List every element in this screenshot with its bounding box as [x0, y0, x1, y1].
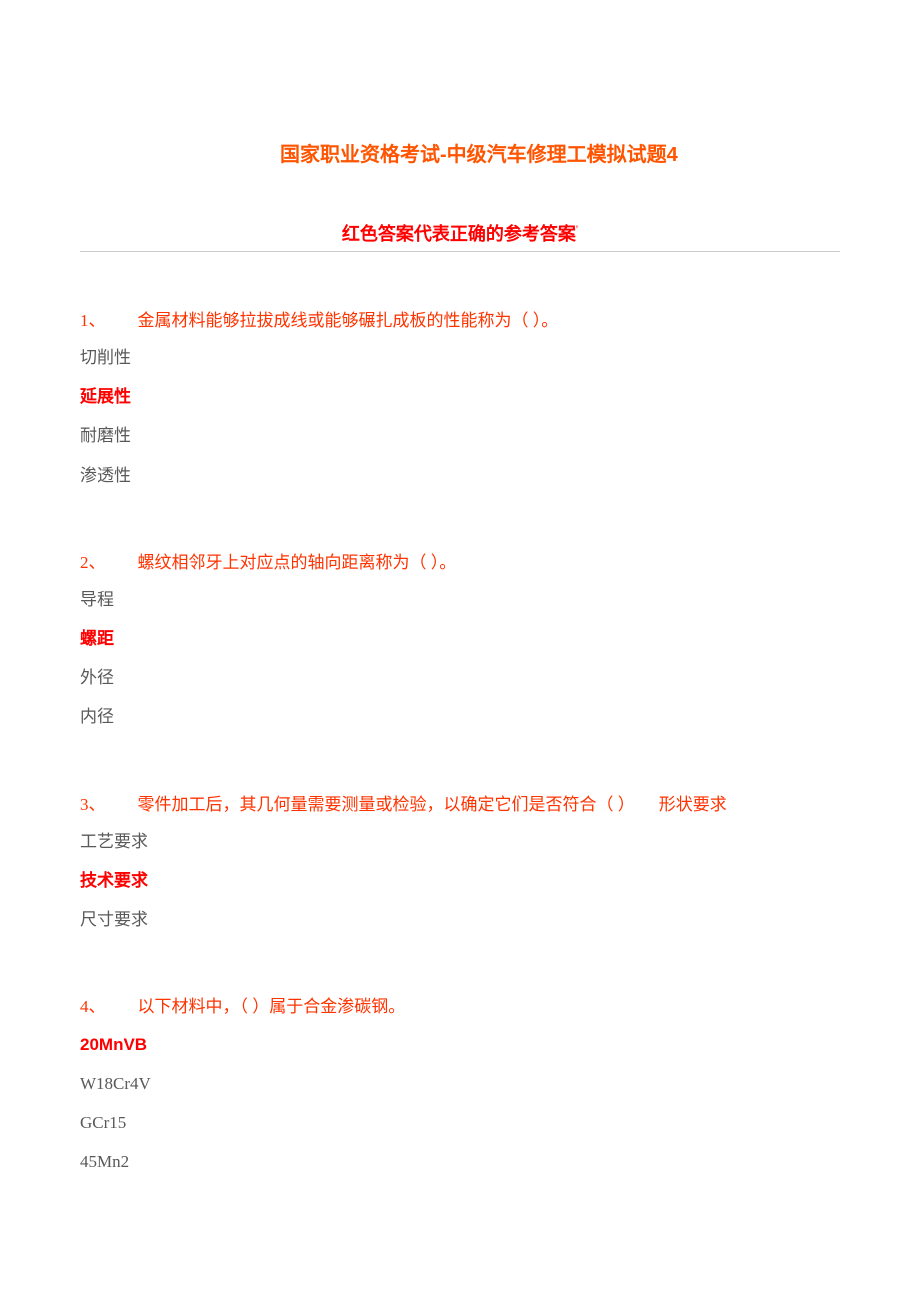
- option-correct: 技术要求: [80, 867, 840, 894]
- option: W18Cr4V: [80, 1070, 840, 1097]
- option-correct: 螺距: [80, 625, 840, 652]
- subtitle: 红色答案代表正确的参考答案: [342, 224, 576, 244]
- question-number: 1、: [80, 307, 106, 334]
- question-text: 1、 金属材料能够拉拔成线或能够碾扎成板的性能称为（ ）。: [80, 307, 840, 334]
- question-text: 3、 零件加工后，其几何量需要测量或检验，以确定它们是否符合（ ） 形状要求: [80, 791, 840, 818]
- question-block: 1、 金属材料能够拉拔成线或能够碾扎成板的性能称为（ ）。 切削性 延展性 耐磨性…: [80, 307, 840, 489]
- question-body: 以下材料中，（ ）属于合金渗碳钢。: [138, 997, 406, 1016]
- question-block: 3、 零件加工后，其几何量需要测量或检验，以确定它们是否符合（ ） 形状要求 工艺要…: [80, 791, 840, 934]
- option: 渗透性: [80, 462, 840, 489]
- option: GCr15: [80, 1109, 840, 1136]
- question-text: 4、 以下材料中，（ ）属于合金渗碳钢。: [80, 993, 840, 1020]
- question-text: 2、 螺纹相邻牙上对应点的轴向距离称为（ ）。: [80, 549, 840, 576]
- question-body: 金属材料能够拉拔成线或能够碾扎成板的性能称为（ ）。: [138, 311, 559, 330]
- option: 外径: [80, 664, 840, 691]
- option-correct: 20MnVB: [80, 1031, 840, 1058]
- question-number: 3、: [80, 791, 106, 818]
- option: 内径: [80, 703, 840, 730]
- option: 尺寸要求: [80, 906, 840, 933]
- question-body: 零件加工后，其几何量需要测量或检验，以确定它们是否符合（ ）: [138, 795, 635, 814]
- question-body: 螺纹相邻牙上对应点的轴向距离称为（ ）。: [138, 553, 457, 572]
- question-trail: 形状要求: [659, 791, 727, 818]
- title-block: 国家职业资格考试-中级汽车修理工模拟试题4: [280, 140, 720, 170]
- option: 切削性: [80, 344, 840, 371]
- apostrophe-mark: ': [576, 222, 578, 236]
- question-block: 2、 螺纹相邻牙上对应点的轴向距离称为（ ）。 导程 螺距 外径 内径: [80, 549, 840, 731]
- option: 耐磨性: [80, 422, 840, 449]
- subtitle-wrapper: 红色答案代表正确的参考答案': [80, 220, 840, 252]
- question-number: 2、: [80, 549, 106, 576]
- question-number: 4、: [80, 993, 106, 1020]
- option: 工艺要求: [80, 828, 840, 855]
- document-title: 国家职业资格考试-中级汽车修理工模拟试题4: [280, 140, 720, 170]
- option-correct: 延展性: [80, 383, 840, 410]
- question-block: 4、 以下材料中，（ ）属于合金渗碳钢。 20MnVB W18Cr4V GCr15…: [80, 993, 840, 1175]
- option: 45Mn2: [80, 1148, 840, 1175]
- option: 导程: [80, 586, 840, 613]
